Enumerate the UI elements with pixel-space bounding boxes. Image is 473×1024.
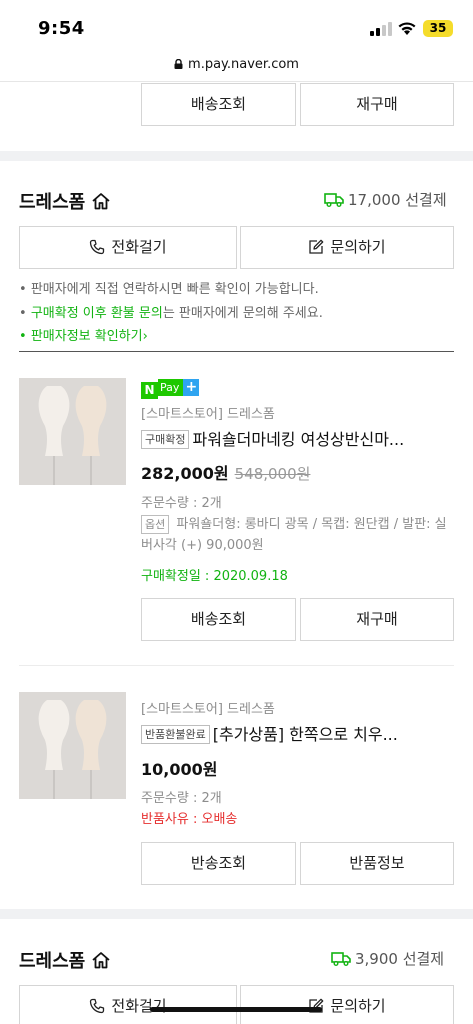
inquiry-button[interactable]: 문의하기 xyxy=(240,985,454,1024)
product-thumbnail[interactable] xyxy=(19,378,126,485)
phone-icon xyxy=(90,998,105,1014)
seller-name: 드레스폼 xyxy=(19,951,86,972)
truck-icon xyxy=(331,952,351,966)
mannequin-image xyxy=(19,378,126,485)
store-name[interactable]: [스마트스토어] 드레스폼 xyxy=(141,403,275,422)
inquiry-button[interactable]: 문의하기 xyxy=(240,226,454,269)
section-divider xyxy=(0,909,473,919)
rebuy-button[interactable]: 재구매 xyxy=(300,83,454,126)
inquiry-button-label: 문의하기 xyxy=(330,997,386,1015)
shipping-fee: 17,000 선결제 xyxy=(324,189,447,210)
naver-pay-badge: N Pay + xyxy=(141,379,200,399)
notice-line-2: • 구매확정 이후 환불 문의는 판매자에게 문의해 주세요. xyxy=(19,306,323,321)
product-thumbnail[interactable] xyxy=(19,692,126,799)
store-home-icon[interactable] xyxy=(91,192,111,210)
wifi-icon xyxy=(398,22,416,35)
seller-header[interactable]: 드레스폼 xyxy=(19,947,111,973)
divider xyxy=(19,351,454,352)
original-price: 548,000원 xyxy=(234,465,311,483)
plus-icon: + xyxy=(183,379,200,396)
store-home-icon[interactable] xyxy=(91,951,111,969)
option-badge: 옵션 xyxy=(141,515,170,534)
shipping-fee-text: 3,900 선결제 xyxy=(355,950,445,968)
product-option: 옵션 파워숄더형: 롱바디 광목 / 목캡: 원단캡 / 발판: 실버사각 (+… xyxy=(141,515,447,553)
shipping-fee-text: 17,000 선결제 xyxy=(348,191,447,209)
divider xyxy=(19,665,454,666)
cellular-signal-icon xyxy=(370,22,392,36)
purchase-confirm-date: 구매확정일 : 2020.09.18 xyxy=(141,569,288,584)
product-title: 파워숄더마네킹 여성상반신마... xyxy=(192,430,405,449)
seller-info-link[interactable]: • 판매자정보 확인하기› xyxy=(19,325,148,344)
url-text: m.pay.naver.com xyxy=(188,57,299,72)
rebuy-button[interactable]: 재구매 xyxy=(300,598,454,641)
battery-indicator: 35 xyxy=(423,20,453,37)
seller-name: 드레스폼 xyxy=(19,192,86,213)
delivery-tracking-button[interactable]: 배송조회 xyxy=(141,598,296,641)
section-divider xyxy=(0,151,473,161)
product-title-row[interactable]: 반품환불완료 [추가상품] 한쪽으로 치우... xyxy=(141,721,456,745)
product-title-row[interactable]: 구매확정 파워숄더마네킹 여성상반신마... xyxy=(141,426,456,450)
return-tracking-button[interactable]: 반송조회 xyxy=(141,842,296,885)
delivery-tracking-button[interactable]: 배송조회 xyxy=(141,83,296,126)
product-price: 282,000원 xyxy=(141,464,229,483)
call-button-label: 전화걸기 xyxy=(111,238,167,256)
truck-icon xyxy=(324,193,344,207)
phone-icon xyxy=(90,239,105,255)
return-reason: 반품사유 : 오배송 xyxy=(141,812,238,827)
price-row: 282,000원 548,000원 xyxy=(141,460,310,484)
call-button[interactable]: 전화걸기 xyxy=(19,985,237,1024)
shipping-fee: 3,900 선결제 xyxy=(331,948,444,969)
order-quantity: 주문수량 : 2개 xyxy=(141,791,222,806)
order-quantity: 주문수량 : 2개 xyxy=(141,496,222,511)
store-name[interactable]: [스마트스토어] 드레스폼 xyxy=(141,698,275,717)
call-button-label: 전화걸기 xyxy=(111,997,167,1015)
lock-icon xyxy=(174,59,183,69)
edit-icon xyxy=(309,239,324,254)
call-button[interactable]: 전화걸기 xyxy=(19,226,237,269)
inquiry-button-label: 문의하기 xyxy=(330,238,386,256)
seller-header[interactable]: 드레스폼 xyxy=(19,188,111,214)
return-info-button[interactable]: 반품정보 xyxy=(300,842,454,885)
url-bar[interactable]: m.pay.naver.com xyxy=(0,52,473,78)
status-time: 9:54 xyxy=(38,18,85,39)
divider xyxy=(0,81,473,82)
product-title: [추가상품] 한쪽으로 치우... xyxy=(212,725,398,744)
status-badge: 반품환불완료 xyxy=(141,725,210,744)
home-indicator[interactable] xyxy=(150,1007,322,1012)
mannequin-image xyxy=(19,692,126,799)
status-bar: 9:54 35 xyxy=(0,0,473,50)
product-price: 10,000원 xyxy=(141,760,218,779)
status-badge: 구매확정 xyxy=(141,430,190,449)
chevron-right-icon: › xyxy=(142,329,148,344)
notice-line-1: • 판매자에게 직접 연락하시면 빠른 확인이 가능합니다. xyxy=(19,282,319,297)
